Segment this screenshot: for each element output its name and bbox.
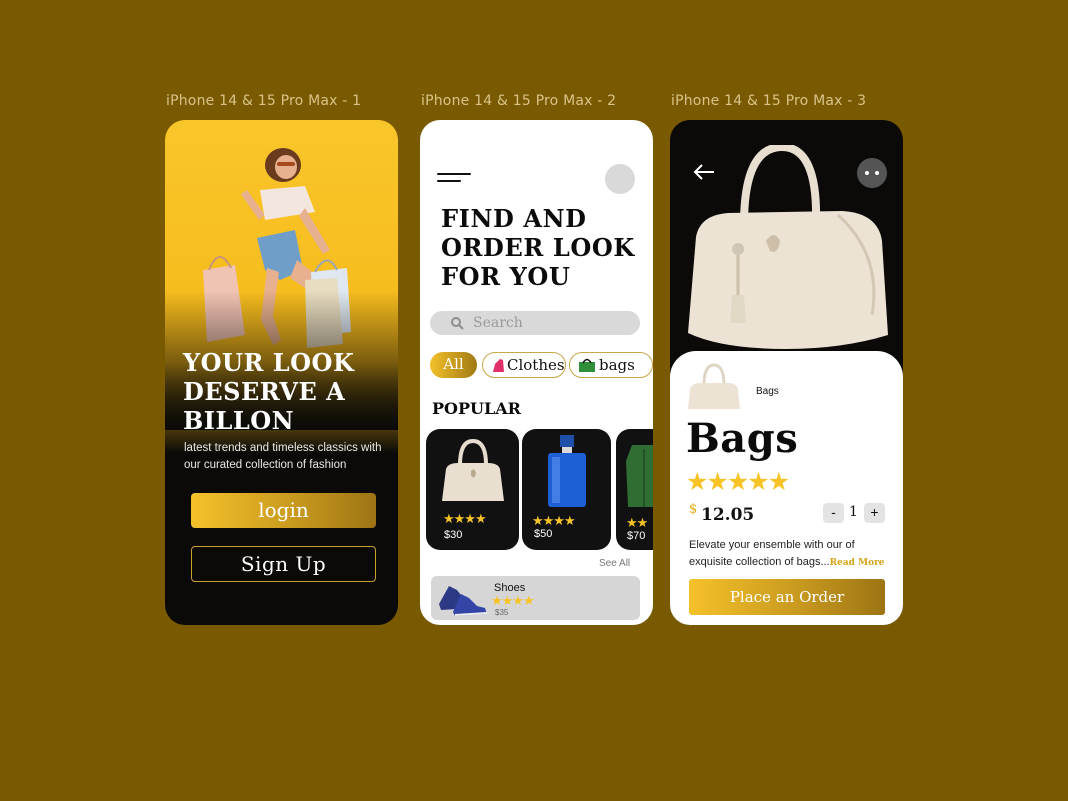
read-more-link[interactable]: Read More (830, 558, 885, 568)
product-card[interactable]: ★★★★ $30 (426, 429, 519, 550)
green-jacket-icon (626, 445, 653, 507)
list-item-rating: ★★★★ (491, 593, 535, 608)
quantity-increase-button[interactable]: + (864, 503, 885, 523)
chip-bags[interactable]: bags (569, 352, 653, 378)
product-rating: ★★★★ (443, 511, 487, 526)
chip-bags-label: bags (599, 356, 635, 374)
product-thumbnail (688, 363, 740, 409)
signup-button[interactable]: Sign Up (191, 546, 376, 582)
product-description: Elevate your ensemble with our of exquis… (689, 537, 894, 572)
section-title: POPULAR (432, 399, 521, 418)
search-placeholder: Search (473, 315, 523, 331)
perfume-bottle-icon (548, 435, 586, 507)
browse-screen: FIND AND ORDER LOOK FOR YOU Search All C… (420, 120, 653, 625)
frame-label-1: iPhone 14 & 15 Pro Max - 1 (166, 93, 362, 109)
product-price: $30 (444, 529, 463, 541)
category-label: Bags (756, 386, 779, 397)
avatar[interactable] (605, 164, 635, 194)
product-detail-sheet: Bags Bags ★★★★★ $ 12.05 - 1 + Elevate yo… (670, 351, 903, 625)
login-button[interactable]: login (191, 493, 376, 528)
product-card[interactable]: ★★★★ $50 (522, 429, 611, 550)
shoes-icon (439, 586, 488, 616)
product-price: $50 (534, 528, 553, 540)
chip-clothes[interactable]: Clothes (482, 352, 566, 378)
back-arrow-icon[interactable] (692, 162, 716, 182)
menu-icon[interactable] (437, 173, 471, 185)
more-options-button[interactable] (857, 158, 887, 188)
tagline: latest trends and timeless classics with… (184, 442, 382, 471)
product-rating: ★★★★★ (686, 468, 790, 496)
product-detail-screen: Bags Bags ★★★★★ $ 12.05 - 1 + Elevate yo… (670, 120, 903, 625)
popular-products: ★★★★ $30 ★★★★ $50 ★★ $70 (426, 429, 653, 551)
frame-label-2: iPhone 14 & 15 Pro Max - 2 (421, 93, 617, 109)
product-price: 12.05 (701, 505, 755, 525)
chip-all-label: All (443, 355, 464, 373)
welcome-screen: YOUR LOOK DESERVE A BILLON latest trends… (165, 120, 398, 625)
product-rating: ★★★★ (532, 513, 576, 528)
product-card[interactable]: ★★ $70 (616, 429, 653, 550)
clothes-icon (493, 359, 504, 372)
product-rating: ★★ (626, 515, 648, 530)
place-order-button[interactable]: Place an Order (689, 579, 885, 615)
search-icon (451, 317, 464, 330)
frame-label-3: iPhone 14 & 15 Pro Max - 3 (671, 93, 867, 109)
chip-clothes-label: Clothes (507, 356, 565, 374)
quantity-decrease-button[interactable]: - (823, 503, 844, 523)
list-item[interactable]: Shoes ★★★★ $35 (431, 576, 640, 620)
product-price: $70 (627, 530, 646, 542)
headline: YOUR LOOK DESERVE A BILLON (183, 348, 355, 435)
handbag-icon (442, 438, 504, 501)
shopping-bag-icon (579, 358, 595, 372)
search-bar[interactable]: Search (430, 311, 640, 335)
chip-all[interactable]: All (430, 352, 477, 378)
page-title: FIND AND ORDER LOOK FOR YOU (441, 204, 635, 291)
product-title: Bags (686, 415, 799, 462)
see-all-link[interactable]: See All (599, 558, 630, 569)
list-item-price: $35 (495, 608, 509, 617)
currency-symbol: $ (689, 502, 698, 517)
quantity-value: 1 (849, 504, 858, 520)
